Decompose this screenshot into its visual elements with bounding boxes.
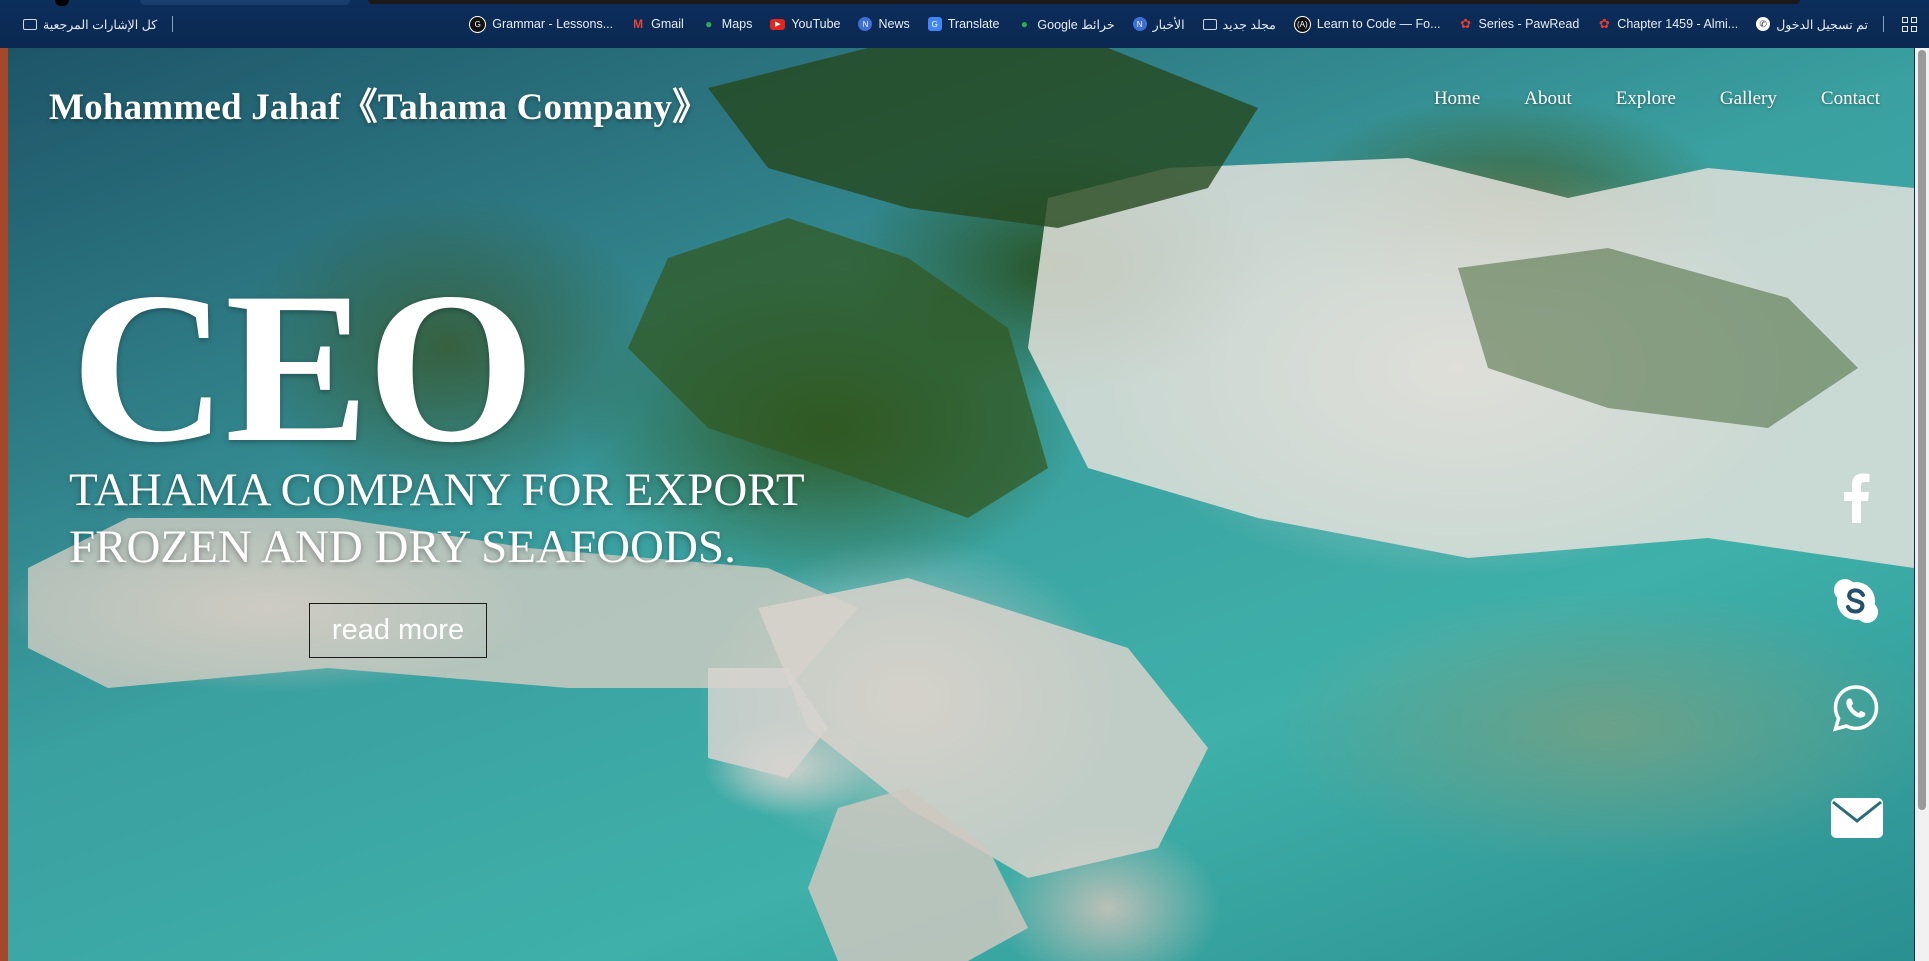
whatsapp-button[interactable] xyxy=(1826,678,1886,738)
bookmarks-bar: كل الإشارات المرجعية G Grammar - Lessons… xyxy=(0,0,1929,48)
bookmark-new-folder[interactable]: مجلد جديد xyxy=(1194,17,1285,32)
bookmark-label: YouTube xyxy=(791,17,841,31)
window-edge xyxy=(0,48,8,961)
skype-icon xyxy=(1834,579,1878,623)
bookmark-translate[interactable]: G Translate xyxy=(919,17,1009,31)
paw-icon: ✿ xyxy=(1598,16,1610,31)
bookmark-label: Chapter 1459 - Almi... xyxy=(1617,17,1739,31)
nav-contact[interactable]: Contact xyxy=(1821,88,1880,110)
bookmark-label: Series - PawRead xyxy=(1478,17,1580,31)
folder-icon xyxy=(1202,18,1217,30)
phone-icon: ✆ xyxy=(1756,17,1771,31)
bookmark-label: تم تسجيل الدخول xyxy=(1776,17,1868,32)
scrollbar-thumb[interactable] xyxy=(1918,50,1926,810)
news-icon: N xyxy=(858,17,873,31)
paw-icon: ✿ xyxy=(1460,16,1471,31)
bookmark-label: Translate xyxy=(947,17,1000,31)
bookmark-label: Learn to Code — Fo... xyxy=(1316,17,1441,31)
bookmark-label: Google خرائط xyxy=(1037,17,1115,32)
gmail-icon: M xyxy=(633,17,644,31)
bookmarks-divider xyxy=(1883,16,1884,32)
nav-home[interactable]: Home xyxy=(1434,88,1480,110)
bookmark-label: Maps xyxy=(721,17,753,31)
facebook-button[interactable] xyxy=(1826,468,1886,528)
read-more-button[interactable]: read more xyxy=(309,603,487,658)
hero-section: Mohammed Jahaf《Tahama Company》 Home Abou… xyxy=(8,48,1914,961)
bookmark-label: الأخبار xyxy=(1152,17,1185,32)
bookmark-chapter[interactable]: ✿ Chapter 1459 - Almi... xyxy=(1588,16,1747,31)
youtube-icon: ▶ xyxy=(770,18,786,30)
nav-about[interactable]: About xyxy=(1524,88,1572,110)
envelope-icon xyxy=(1831,798,1883,838)
nav-explore[interactable]: Explore xyxy=(1616,88,1676,110)
translate-icon: G xyxy=(927,17,942,31)
bookmark-label: News xyxy=(878,17,910,31)
bookmarks-divider xyxy=(172,16,174,32)
bookmark-news-ar[interactable]: N الأخبار xyxy=(1124,17,1194,32)
site-logo[interactable]: Mohammed Jahaf《Tahama Company》 xyxy=(49,76,709,130)
main-nav: Home About Explore Gallery Contact xyxy=(1434,88,1880,110)
nav-gallery[interactable]: Gallery xyxy=(1720,88,1777,110)
hero-tagline: TAHAMA COMPANY FOR EXPORT FROZEN AND DRY… xyxy=(69,464,804,573)
bookmark-freecodecamp[interactable]: (A) Learn to Code — Fo... xyxy=(1285,15,1450,33)
all-bookmarks-label: كل الإشارات المرجعية xyxy=(43,17,158,32)
bookmark-gmail[interactable]: M Gmail xyxy=(622,17,693,31)
news-icon: N xyxy=(1132,17,1147,31)
page-scrollbar[interactable] xyxy=(1915,48,1929,961)
g-icon: G xyxy=(469,15,487,33)
freecodecamp-icon: (A) xyxy=(1293,15,1311,33)
bookmark-news[interactable]: N News xyxy=(849,17,918,31)
all-bookmarks-button[interactable]: كل الإشارات المرجعية xyxy=(14,17,166,32)
bookmark-label: مجلد جديد xyxy=(1222,17,1276,32)
whatsapp-icon xyxy=(1832,685,1879,732)
maps-icon: ● xyxy=(705,17,713,31)
email-button[interactable] xyxy=(1826,788,1888,848)
bookmark-google-maps[interactable]: ● Google خرائط xyxy=(1008,17,1123,32)
bookmark-label: Gmail xyxy=(651,17,684,31)
bookmark-maps[interactable]: ● Maps xyxy=(693,17,762,31)
bookmark-pawread-series[interactable]: ✿ Series - PawRead xyxy=(1450,16,1589,31)
bookmark-youtube[interactable]: ▶ YouTube xyxy=(761,17,849,31)
hero-headline: CEO xyxy=(71,248,535,487)
skype-button[interactable] xyxy=(1826,571,1886,631)
bookmark-label: Grammar - Lessons... xyxy=(492,17,614,31)
bookmark-signed-in[interactable]: ✆ تم تسجيل الدخول xyxy=(1747,17,1877,32)
apps-grid-icon[interactable] xyxy=(1890,16,1929,32)
bookmark-grammar[interactable]: G Grammar - Lessons... xyxy=(460,15,622,33)
folder-icon xyxy=(23,18,37,30)
facebook-icon xyxy=(1844,473,1870,523)
maps-icon: ● xyxy=(1020,17,1029,31)
